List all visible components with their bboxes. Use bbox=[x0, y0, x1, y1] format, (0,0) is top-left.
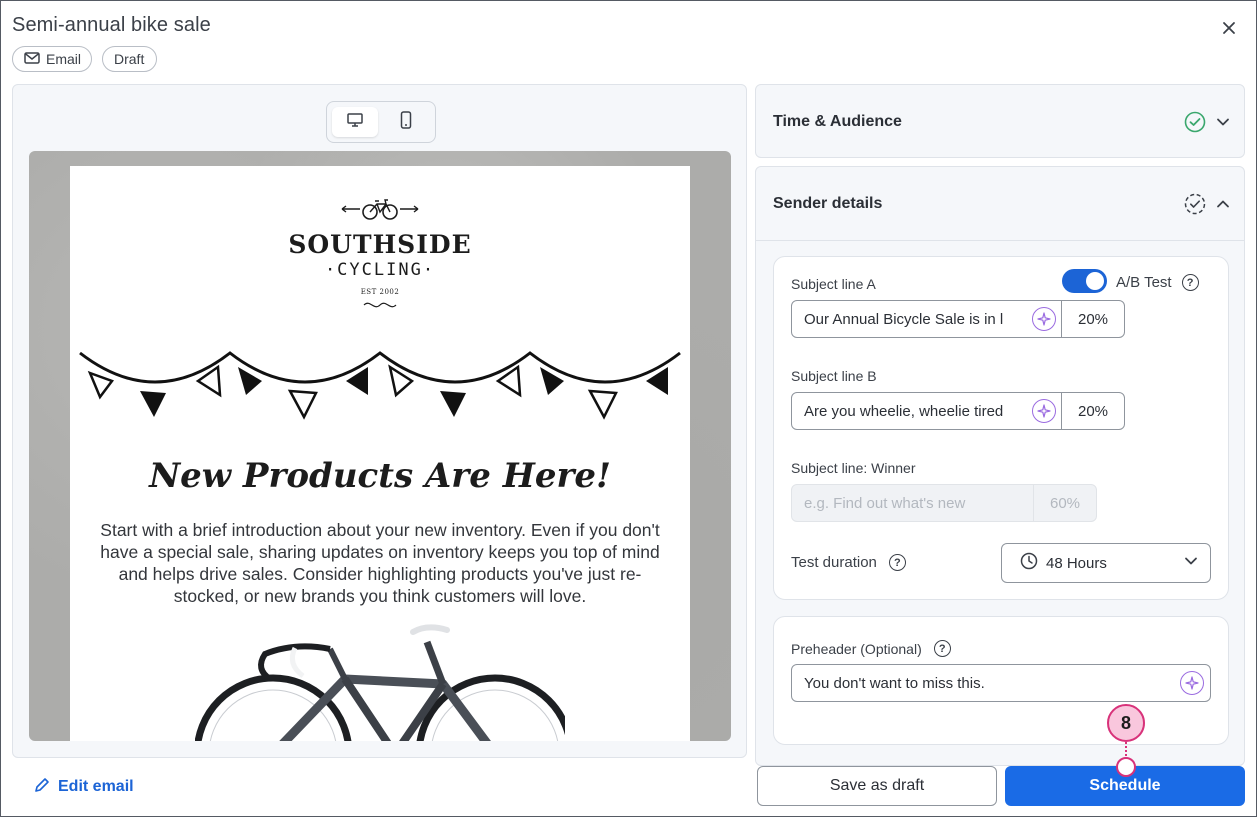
logo-wordmark: SOUTHSIDE bbox=[288, 230, 472, 259]
bunting-banner-icon bbox=[78, 351, 682, 431]
email-canvas: SOUTHSIDE ·CYCLING· EST 2002 New Product… bbox=[29, 151, 731, 741]
chevron-up-icon[interactable] bbox=[1216, 197, 1230, 216]
preheader-value: You don't want to miss this. bbox=[804, 674, 985, 692]
preheader-label: Preheader (Optional) bbox=[791, 640, 922, 657]
subject-b-input[interactable]: Are you wheelie, wheelie tired bbox=[791, 392, 1063, 430]
chevron-down-icon bbox=[1184, 554, 1198, 572]
chevron-down-icon[interactable] bbox=[1216, 115, 1230, 134]
time-audience-section[interactable]: Time & Audience bbox=[755, 84, 1245, 158]
email-tag-label: Email bbox=[46, 51, 82, 67]
clock-icon bbox=[1020, 552, 1038, 574]
save-draft-button[interactable]: Save as draft bbox=[757, 766, 997, 806]
duration-help-icon[interactable]: ? bbox=[888, 554, 906, 571]
ai-sparkle-icon[interactable] bbox=[1180, 671, 1204, 695]
email-body-text: Start with a brief introduction about yo… bbox=[100, 520, 660, 606]
logo-subtitle: ·CYCLING· bbox=[324, 260, 436, 280]
check-circle-icon bbox=[1184, 111, 1206, 138]
draft-status-tag: Draft bbox=[102, 46, 157, 72]
sender-details-section: Sender details Subject line A A/B Test ?… bbox=[755, 166, 1245, 766]
email-headline: New Products Are Here! bbox=[149, 456, 611, 496]
mobile-icon bbox=[400, 110, 412, 134]
section-divider bbox=[756, 240, 1244, 241]
edit-email-label: Edit email bbox=[58, 778, 134, 795]
duration-select[interactable]: 48 Hours bbox=[1001, 543, 1211, 583]
ai-sparkle-icon[interactable] bbox=[1032, 307, 1056, 331]
desktop-view-button[interactable] bbox=[332, 107, 378, 137]
ab-test-help-icon[interactable]: ? bbox=[1181, 274, 1199, 291]
winner-placeholder: e.g. Find out what's new bbox=[804, 494, 966, 512]
edit-email-link[interactable]: Edit email bbox=[34, 776, 134, 798]
step-callout-badge: 8 bbox=[1107, 704, 1145, 742]
mobile-view-button[interactable] bbox=[383, 107, 429, 137]
ab-test-card: Subject line A A/B Test ? Our Annual Bic… bbox=[773, 256, 1229, 600]
duration-label-group: Test duration ? bbox=[791, 554, 906, 571]
subject-a-label: Subject line A bbox=[791, 276, 876, 292]
email-preview-panel: SOUTHSIDE ·CYCLING· EST 2002 New Product… bbox=[12, 84, 747, 758]
duration-value: 48 Hours bbox=[1046, 554, 1107, 572]
subject-b-value: Are you wheelie, wheelie tired bbox=[804, 402, 1004, 420]
desktop-icon bbox=[346, 112, 364, 133]
winner-input: e.g. Find out what's new bbox=[791, 484, 1035, 522]
winner-label: Subject line: Winner bbox=[791, 460, 916, 476]
logo-established: EST 2002 bbox=[360, 288, 400, 296]
device-toggle bbox=[326, 101, 436, 143]
bicycle-logo-icon bbox=[340, 196, 420, 227]
road-bike-image bbox=[194, 624, 574, 741]
duration-label: Test duration bbox=[791, 554, 877, 571]
preheader-input[interactable]: You don't want to miss this. bbox=[791, 664, 1211, 702]
envelope-icon bbox=[24, 51, 40, 67]
pencil-icon bbox=[34, 777, 50, 798]
sender-details-title: Sender details bbox=[773, 195, 883, 212]
close-icon[interactable] bbox=[1219, 18, 1239, 38]
subject-b-percent[interactable]: 20% bbox=[1061, 392, 1125, 430]
ai-sparkle-icon[interactable] bbox=[1032, 399, 1056, 423]
ab-test-label: A/B Test bbox=[1116, 274, 1172, 291]
email-type-tag: Email bbox=[12, 46, 92, 72]
ab-test-toggle[interactable] bbox=[1062, 269, 1107, 293]
email-body: SOUTHSIDE ·CYCLING· EST 2002 New Product… bbox=[70, 166, 690, 741]
draft-tag-label: Draft bbox=[114, 51, 145, 67]
subject-a-input[interactable]: Our Annual Bicycle Sale is in l bbox=[791, 300, 1063, 338]
subject-a-percent[interactable]: 20% bbox=[1061, 300, 1125, 338]
check-circle-dashed-icon bbox=[1184, 193, 1206, 220]
time-audience-title: Time & Audience bbox=[773, 113, 902, 130]
preheader-label-group: Preheader (Optional) ? bbox=[791, 640, 951, 657]
preheader-card: Preheader (Optional) ? You don't want to… bbox=[773, 616, 1229, 745]
logo-flourish-icon bbox=[360, 298, 400, 316]
callout-anchor-dot bbox=[1116, 757, 1136, 777]
subject-b-label: Subject line B bbox=[791, 368, 877, 384]
subject-a-value: Our Annual Bicycle Sale is in l bbox=[804, 310, 1004, 328]
page-title: Semi-annual bike sale bbox=[12, 14, 211, 36]
ab-test-label-group: A/B Test ? bbox=[1116, 274, 1199, 291]
winner-percent: 60% bbox=[1033, 484, 1097, 522]
preheader-help-icon[interactable]: ? bbox=[933, 640, 951, 657]
